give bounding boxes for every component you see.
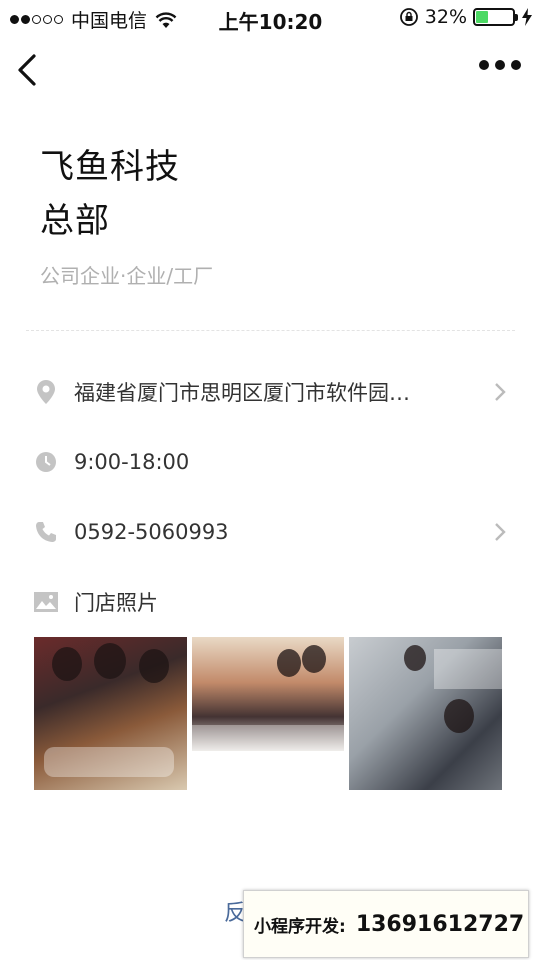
hours-row: 9:00-18:00 xyxy=(34,442,507,482)
title-line-2: 总部 xyxy=(40,201,110,241)
contact-banner: 小程序开发: 13691612727 xyxy=(243,890,529,958)
hours-text: 9:00-18:00 xyxy=(74,450,190,474)
place-category: 公司企业·企业/工厂 xyxy=(40,264,214,288)
battery-percent: 32% xyxy=(424,6,467,28)
status-bar: 中国电信 上午10:20 32% xyxy=(0,0,541,36)
store-photos xyxy=(34,637,504,790)
photos-label-row: 门店照片 xyxy=(34,582,507,622)
clock-icon xyxy=(34,450,58,474)
location-pin-icon xyxy=(34,380,58,404)
store-photo[interactable] xyxy=(34,637,187,790)
divider xyxy=(26,330,515,331)
phone-text: 0592-5060993 xyxy=(74,520,229,544)
store-photo[interactable] xyxy=(349,637,502,790)
phone-row[interactable]: 0592-5060993 xyxy=(34,512,507,552)
chevron-right-icon xyxy=(495,523,506,541)
more-dot-icon xyxy=(495,60,505,70)
more-options-button[interactable] xyxy=(479,60,521,70)
image-icon xyxy=(34,590,58,614)
battery-level xyxy=(476,11,488,23)
chevron-right-icon xyxy=(495,383,506,401)
more-dot-icon xyxy=(511,60,521,70)
banner-label: 小程序开发: xyxy=(254,916,346,937)
address-text: 福建省厦门市思明区厦门市软件园… xyxy=(74,381,410,405)
title-line-1: 飞鱼科技 xyxy=(40,147,180,187)
battery-icon xyxy=(473,8,518,26)
more-dot-icon xyxy=(479,60,489,70)
place-title: 飞鱼科技 总部 xyxy=(40,140,180,248)
photos-label: 门店照片 xyxy=(74,591,158,615)
store-photo[interactable] xyxy=(192,637,344,751)
phone-icon xyxy=(34,520,58,544)
banner-phone: 13691612727 xyxy=(355,911,525,937)
back-chevron-icon[interactable] xyxy=(14,52,42,88)
charging-icon xyxy=(522,8,532,26)
rotation-lock-icon xyxy=(399,8,418,26)
status-right: 32% xyxy=(399,6,533,28)
address-row[interactable]: 福建省厦门市思明区厦门市软件园… xyxy=(34,372,507,412)
